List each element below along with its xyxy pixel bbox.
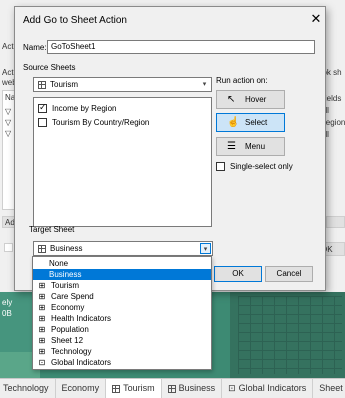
target-sheet-combo[interactable]: Business ▾ (33, 241, 213, 256)
sheet-checkbox-income-by-region[interactable]: Income by Region (38, 102, 117, 114)
dropdown-option-tourism[interactable]: ⊞ Tourism (33, 280, 211, 291)
option-label: Global Indicators (51, 358, 112, 367)
dashboard-icon: ⊡ (38, 358, 46, 367)
filter-icon: ▽ (5, 129, 12, 138)
chevron-down-icon: ▾ (202, 81, 207, 88)
option-label: Business (49, 270, 82, 279)
sheet-tab-tourism[interactable]: Tourism (106, 379, 162, 398)
option-label: None (49, 259, 69, 268)
option-label: Economy (51, 303, 85, 312)
source-combo-value: Tourism (50, 80, 79, 89)
sheet-tabs-bar: Technology Economy Tourism Business ⊡ Gl… (0, 378, 345, 398)
dropdown-option-business[interactable]: Business (33, 269, 211, 280)
sheet-checkbox-tourism-by-country[interactable]: Tourism By Country/Region (38, 117, 149, 128)
grid-icon (38, 81, 46, 89)
dialog-title: Add Go to Sheet Action (23, 15, 127, 26)
grid-icon (167, 384, 176, 393)
single-select-option[interactable]: Single-select only (216, 162, 293, 171)
option-label: Population (51, 325, 89, 334)
menu-label: Menu (245, 142, 266, 151)
grid-icon (112, 384, 121, 393)
grid-icon: ⊞ (38, 303, 46, 312)
select-label: Select (245, 118, 268, 127)
filter-icon: ▽ (5, 118, 12, 127)
target-sheet-dropdown: None Business ⊞ Tourism ⊞ Care Spend ⊞ E… (32, 256, 212, 370)
close-icon[interactable]: ✕ (309, 11, 323, 27)
cancel-button[interactable]: Cancel (265, 266, 313, 282)
dropdown-option-sheet-12[interactable]: ⊞ Sheet 12 (33, 335, 211, 346)
sheet-tab-business[interactable]: Business (162, 379, 223, 398)
sheet-label: Income by Region (52, 104, 117, 113)
target-combo-value: Business (50, 244, 83, 253)
grid-icon: ⊞ (38, 281, 46, 290)
treemap-small-cells[interactable] (238, 296, 342, 374)
menu-button[interactable]: ☰ Menu (216, 137, 285, 156)
checkbox[interactable] (38, 118, 47, 127)
grid-icon: ⊞ (38, 336, 46, 345)
option-label: Tourism (51, 281, 80, 290)
sheet-tab-label: Global Indicators (238, 383, 307, 393)
name-label: Name: (23, 43, 47, 52)
ok-button[interactable]: OK (214, 266, 262, 282)
option-label: Sheet 12 (51, 336, 84, 345)
bg-checkbox[interactable] (4, 243, 13, 252)
sheet-tab-label: Sheet 1 (319, 383, 345, 393)
sheet-tab-global-indicators[interactable]: ⊡ Global Indicators (222, 379, 314, 398)
dropdown-option-technology[interactable]: ⊞ Technology (33, 346, 211, 357)
dashboard-icon: ⊡ (228, 383, 236, 393)
sheet-tab-label: Economy (61, 383, 100, 393)
hover-label: Hover (245, 95, 267, 104)
source-sheets-list: Income by Region Tourism By Country/Regi… (33, 97, 212, 227)
select-button[interactable]: ☝ Select (216, 113, 285, 132)
checkbox[interactable] (38, 102, 47, 113)
sheet-tab-label: Business (178, 383, 216, 393)
sheet-tab-technology[interactable]: Technology (0, 379, 56, 398)
run-action-label: Run action on: (216, 76, 268, 85)
single-select-checkbox[interactable] (216, 162, 225, 171)
grid-icon: ⊞ (38, 347, 46, 356)
target-sheet-label: Target Sheet (29, 225, 75, 234)
dropdown-option-global-indicators[interactable]: ⊡ Global Indicators (33, 357, 211, 368)
menu-icon: ☰ (227, 141, 236, 152)
dropdown-option-population[interactable]: ⊞ Population (33, 324, 211, 335)
source-sheets-combo[interactable]: Tourism ▾ (33, 77, 212, 92)
cursor-icon: ↖ (227, 94, 236, 105)
option-label: Health Indicators (51, 314, 112, 323)
option-label: Care Spend (51, 292, 94, 301)
go-to-sheet-dialog: Add Go to Sheet Action ✕ Name: GoToSheet… (14, 6, 326, 291)
bg-right-button[interactable] (326, 216, 345, 228)
option-label: Technology (51, 347, 92, 356)
chevron-down-icon[interactable]: ▾ (200, 243, 211, 254)
sheet-tab-label: Technology (3, 383, 49, 393)
treemap-label: ely (2, 298, 13, 307)
single-select-label: Single-select only (230, 162, 293, 171)
dropdown-option-health-indicators[interactable]: ⊞ Health Indicators (33, 313, 211, 324)
dropdown-option-none[interactable]: None (33, 258, 211, 269)
sheet-tab-economy[interactable]: Economy (56, 379, 107, 398)
filter-icon: ▽ (5, 107, 12, 116)
grid-icon: ⊞ (38, 325, 46, 334)
grid-icon: ⊞ (38, 292, 46, 301)
sheet-tab-sheet1[interactable]: Sheet 1 (313, 379, 345, 398)
sheet-tab-label: Tourism (123, 383, 155, 393)
grid-icon: ⊞ (38, 314, 46, 323)
grid-icon (38, 245, 46, 253)
hand-pointer-icon: ☝ (227, 117, 240, 128)
treemap-value: 0B (2, 309, 12, 318)
action-name-input[interactable]: GoToSheet1 (47, 40, 315, 54)
dropdown-option-economy[interactable]: ⊞ Economy (33, 302, 211, 313)
hover-button[interactable]: ↖ Hover (216, 90, 285, 109)
sheet-label: Tourism By Country/Region (52, 118, 150, 127)
source-sheets-label: Source Sheets (23, 63, 76, 72)
dropdown-option-care-spend[interactable]: ⊞ Care Spend (33, 291, 211, 302)
